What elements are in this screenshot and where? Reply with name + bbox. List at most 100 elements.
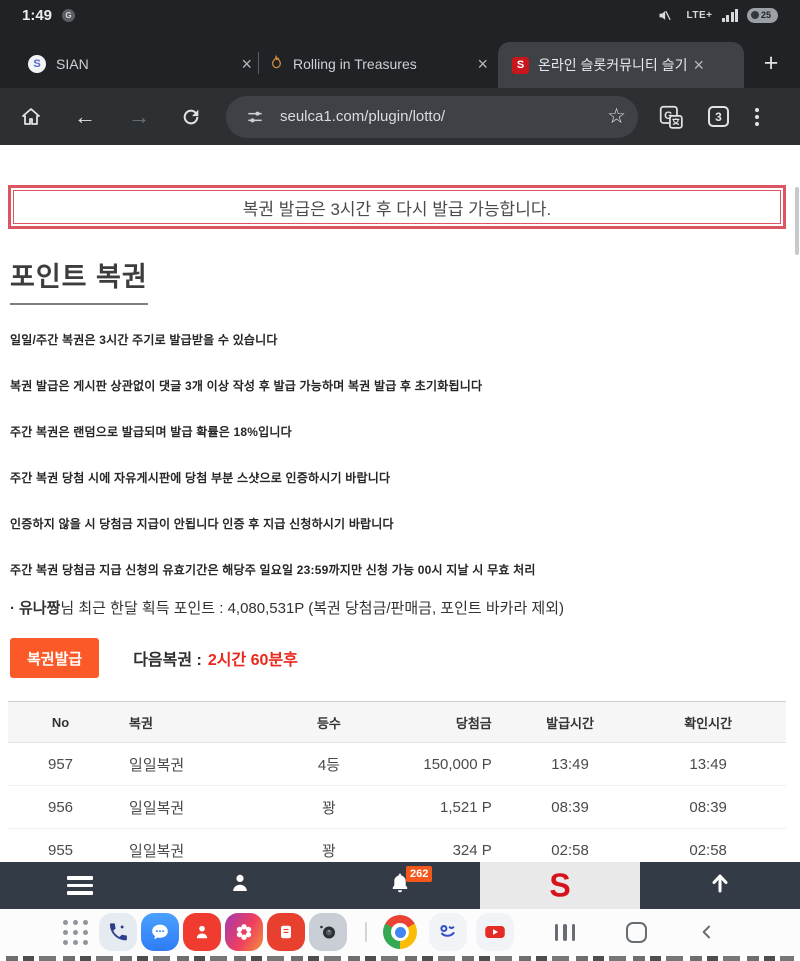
home-icon[interactable] <box>18 104 44 130</box>
table-cell: 08:39 <box>630 799 786 816</box>
table-cell: 08:39 <box>510 799 631 816</box>
table-header-cell: 발급시간 <box>510 713 631 732</box>
table-cell: 02:58 <box>510 842 631 859</box>
menu-button[interactable] <box>0 862 160 909</box>
notice-line: 주간 복권 당첨 시에 자유게시판에 당첨 부분 스샷으로 인증하시기 바랍니다 <box>10 469 800 486</box>
chrome-app-icon[interactable] <box>381 913 419 951</box>
gallery-app-icon[interactable] <box>225 913 263 951</box>
tab-slot-community-active[interactable]: S 온라인 슬롯커뮤니티 슬기 × <box>498 42 744 88</box>
tab-title: Rolling in Treasures <box>293 56 417 72</box>
table-cell: 956 <box>8 799 113 816</box>
profile-button[interactable] <box>160 862 320 909</box>
scrollbar-thumb[interactable] <box>795 187 799 255</box>
table-cell: 13:49 <box>510 756 631 773</box>
bullet: · <box>10 600 15 617</box>
site-logo-button[interactable]: S <box>480 862 640 909</box>
table-cell: 13:49 <box>630 756 786 773</box>
battery-percent: 25 <box>761 10 771 20</box>
battery-icon: 25 <box>747 8 778 23</box>
lottery-history-table: No복권등수당첨금발급시간확인시간 957일일복권4등150,000 P13:4… <box>8 701 786 862</box>
table-header-cell: 복권 <box>113 713 249 732</box>
up-arrow-icon <box>708 871 732 900</box>
tab-rolling-in-treasures[interactable]: Rolling in Treasures × <box>268 40 492 88</box>
table-header-cell: 등수 <box>249 713 408 732</box>
tab-favicon: S <box>512 57 529 74</box>
tab-favicon: S <box>28 55 46 73</box>
person-icon <box>228 871 252 900</box>
notice-line: 주간 복권은 랜덤으로 발급되며 발급 확률은 18%입니다 <box>10 423 800 440</box>
notes-app-icon[interactable] <box>267 913 305 951</box>
table-cell: 4등 <box>249 754 408 775</box>
table-cell: 꽝 <box>249 797 408 818</box>
tab-switcher-button[interactable]: 3 <box>708 106 729 127</box>
table-cell: 955 <box>8 842 113 859</box>
screen: 1:49 G LTE+ 25 S SIAN × <box>0 0 800 961</box>
smiley-app-icon[interactable] <box>429 913 467 951</box>
back-icon[interactable]: ← <box>72 104 98 130</box>
notifications-button[interactable]: 262 <box>320 862 480 909</box>
android-back-button[interactable] <box>688 917 726 947</box>
status-bar: 1:49 G LTE+ 25 <box>0 0 800 30</box>
points-text: 님 최근 한달 획득 포인트 : 4,080,531P (복권 당첨금/판매금,… <box>60 600 564 617</box>
close-tab-icon[interactable]: × <box>689 54 708 76</box>
next-lottery-countdown: 2시간 60분후 <box>208 652 298 669</box>
home-button[interactable] <box>617 917 655 947</box>
close-tab-icon[interactable]: × <box>237 53 256 75</box>
messages-app-icon[interactable] <box>141 913 179 951</box>
table-body: 957일일복권4등150,000 P13:4913:49956일일복권꽝1,52… <box>8 743 786 862</box>
bookmark-star-icon[interactable]: ☆ <box>607 104 626 129</box>
notices: 일일/주간 복권은 3시간 주기로 발급받을 수 있습니다복권 발급은 게시판 … <box>10 331 800 578</box>
table-cell: 957 <box>8 756 113 773</box>
table-cell: 일일복권 <box>113 754 249 775</box>
notification-badge: 262 <box>406 866 432 882</box>
reload-icon[interactable] <box>178 104 204 130</box>
contacts-app-icon[interactable] <box>183 913 221 951</box>
menu-kebab-icon[interactable] <box>753 106 761 128</box>
phone-app-icon[interactable] <box>99 913 137 951</box>
app-drawer-icon[interactable] <box>56 913 94 951</box>
network-type-label: LTE+ <box>687 10 713 21</box>
points-summary-line: ·유나짱님 최근 한달 획득 포인트 : 4,080,531P (복권 당첨금/… <box>10 597 800 618</box>
tab-strip: S SIAN × Rolling in Treasures × S 온라인 슬롯… <box>0 30 800 88</box>
clipped-text-strip <box>0 955 800 961</box>
youtube-app-icon[interactable] <box>476 913 514 951</box>
site-settings-icon[interactable] <box>242 104 268 130</box>
next-lottery-line: 다음복권 : 2시간 60분후 <box>133 646 298 670</box>
title-underline <box>10 303 148 305</box>
issue-lottery-button[interactable]: 복권발급 <box>10 638 99 678</box>
tab-title: 온라인 슬롯커뮤니티 슬기 <box>538 55 687 75</box>
recents-button[interactable] <box>546 917 584 947</box>
tab-title: SIAN <box>56 56 89 72</box>
taskbar-divider <box>365 922 367 942</box>
tab-divider <box>258 52 259 74</box>
table-row: 956일일복권꽝1,521 P08:3908:39 <box>8 786 786 829</box>
flame-icon <box>268 53 284 76</box>
table-header-cell: No <box>8 715 113 730</box>
page-title: 포인트 복권 <box>10 255 800 294</box>
table-header-cell: 당첨금 <box>409 713 510 732</box>
table-cell: 일일복권 <box>113 840 249 861</box>
table-header-cell: 확인시간 <box>630 713 786 732</box>
close-tab-icon[interactable]: × <box>473 53 492 75</box>
page-content: 복권 발급은 3시간 후 다시 발급 가능합니다. 포인트 복권 일일/주간 복… <box>0 145 800 862</box>
android-taskbar <box>0 909 800 955</box>
table-row: 955일일복권꽝324 P02:5802:58 <box>8 829 786 862</box>
table-cell: 02:58 <box>630 842 786 859</box>
forward-icon[interactable]: → <box>126 104 152 130</box>
notice-line: 주간 복권 당첨금 지급 신청의 유효기간은 해당주 일요일 23:59까지만 … <box>10 561 800 578</box>
camera-app-icon[interactable] <box>309 913 347 951</box>
scroll-to-top-button[interactable] <box>640 862 800 909</box>
cooldown-alert: 복권 발급은 3시간 후 다시 발급 가능합니다. <box>8 185 786 229</box>
hamburger-icon <box>67 876 93 895</box>
url-bar[interactable]: seulca1.com/plugin/lotto/ ☆ <box>226 96 638 138</box>
site-footer-nav: 262 S <box>0 862 800 909</box>
new-tab-button[interactable]: + <box>754 46 788 80</box>
cooldown-alert-text: 복권 발급은 3시간 후 다시 발급 가능합니다. <box>243 195 551 220</box>
notice-line: 인증하지 않을 시 당첨금 지급이 안됩니다 인증 후 지급 신청하시기 바랍니… <box>10 515 800 532</box>
table-cell: 일일복권 <box>113 797 249 818</box>
translate-icon[interactable]: G <box>658 104 684 130</box>
table-cell: 1,521 P <box>409 799 510 816</box>
next-lottery-label: 다음복권 : <box>133 652 202 669</box>
notice-line: 복권 발급은 게시판 상관없이 댓글 3개 이상 작성 후 발급 가능하며 복권… <box>10 377 800 394</box>
tab-sian[interactable]: S SIAN × <box>28 40 256 88</box>
